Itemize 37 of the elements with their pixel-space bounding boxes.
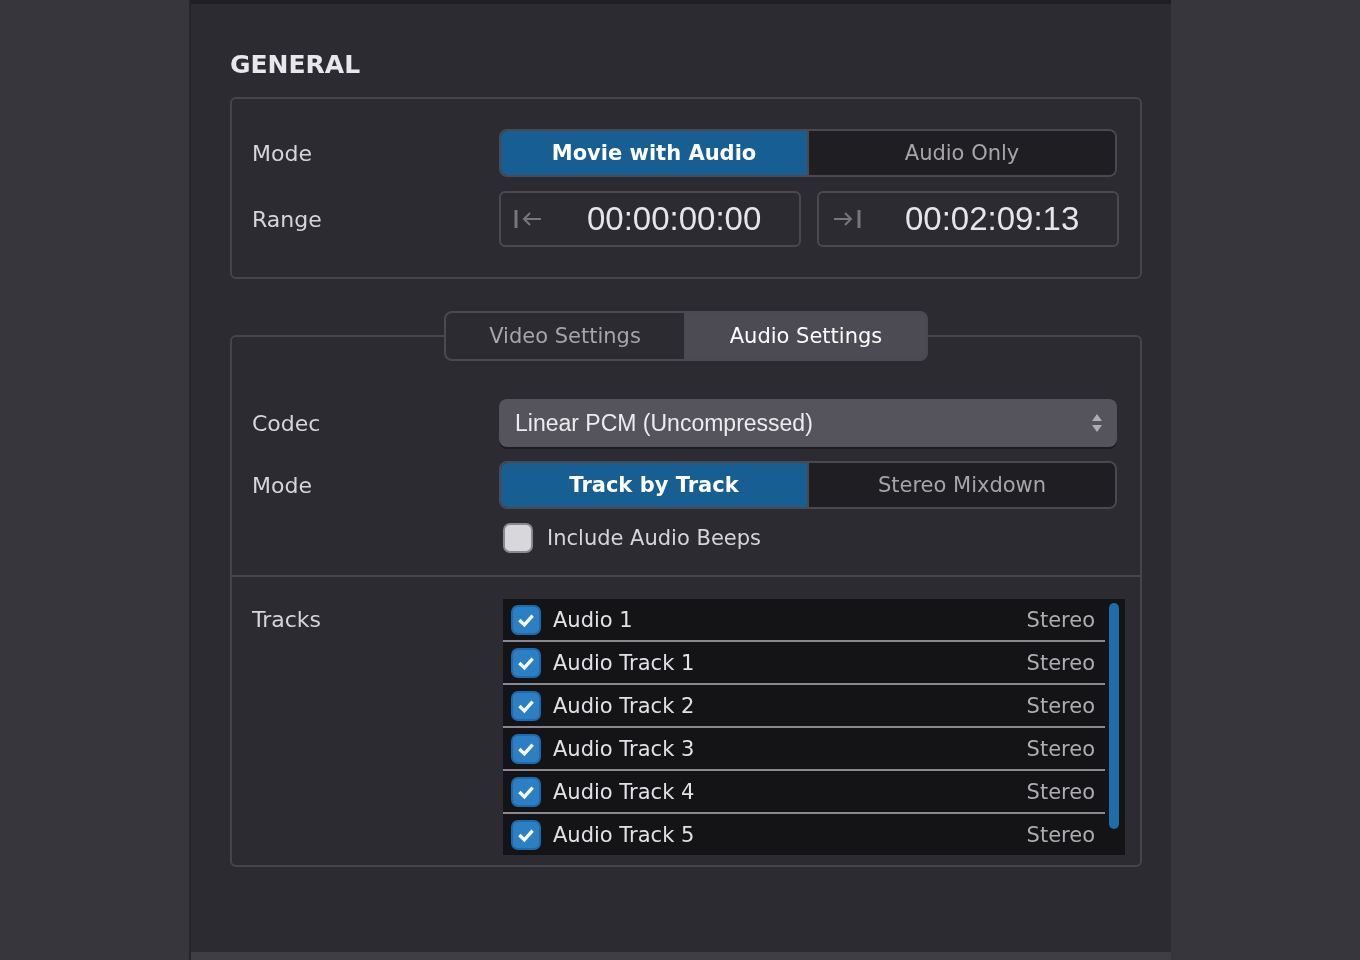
track-checkbox[interactable] <box>511 819 541 850</box>
track-checkbox[interactable] <box>511 604 541 635</box>
track-name: Audio Track 4 <box>553 779 695 804</box>
track-format: Stereo <box>1026 822 1095 847</box>
track-format: Stereo <box>1026 736 1095 761</box>
mode-label: Mode <box>252 472 313 498</box>
track-name: Audio Track 3 <box>553 736 695 761</box>
track-checkbox[interactable] <box>511 647 541 678</box>
track-checkbox[interactable] <box>511 776 541 807</box>
checkbox[interactable] <box>503 523 533 553</box>
mode-label: Mode <box>252 140 313 166</box>
mode-option[interactable]: Stereo Mixdown <box>807 463 1115 507</box>
track-checkbox[interactable] <box>511 690 541 721</box>
tracks-label: Tracks <box>252 606 323 632</box>
checkbox-label: Include Audio Beeps <box>547 526 761 550</box>
track-name: Audio Track 1 <box>553 650 695 675</box>
scrollbar-thumb[interactable] <box>1109 603 1119 829</box>
to-end-icon <box>831 207 863 231</box>
range-label: Range <box>252 206 323 232</box>
track-format: Stereo <box>1026 607 1095 632</box>
mode-option[interactable]: Track by Track <box>501 463 807 507</box>
track-format: Stereo <box>1026 693 1095 718</box>
codec-label: Codec <box>252 410 322 436</box>
track-name: Audio 1 <box>553 607 633 632</box>
mode-option[interactable]: Movie with Audio <box>501 131 807 175</box>
track-format: Stereo <box>1026 779 1095 804</box>
track-name: Audio Track 2 <box>553 693 695 718</box>
section-title: GENERAL <box>230 50 362 79</box>
settings-tab[interactable]: Video Settings <box>444 311 686 361</box>
settings-tab[interactable]: Audio Settings <box>686 311 928 361</box>
mode-option[interactable]: Audio Only <box>807 131 1115 175</box>
track-checkbox[interactable] <box>511 733 541 764</box>
end-timecode-field[interactable]: 00:02:09:13 <box>817 191 1119 247</box>
start-timecode-field[interactable]: 00:00:00:00 <box>499 191 801 247</box>
codec-dropdown[interactable]: Linear PCM (Uncompressed) <box>499 399 1117 447</box>
track-format: Stereo <box>1026 650 1095 675</box>
track-name: Audio Track 5 <box>553 822 695 847</box>
